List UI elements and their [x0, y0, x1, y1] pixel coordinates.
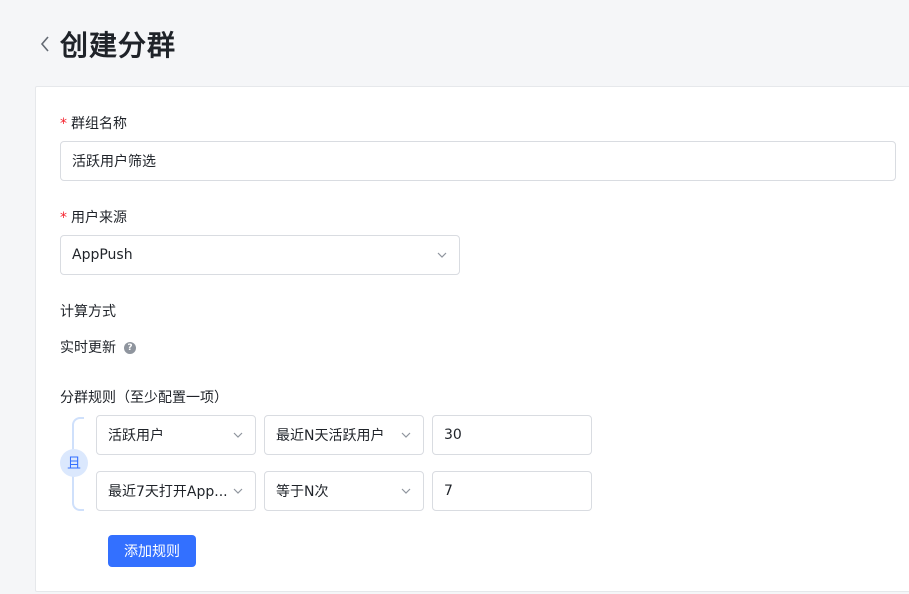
rule-value-text: 7: [444, 483, 453, 499]
user-source-value: AppPush: [72, 247, 133, 263]
rule-operator-value: 最近N天活跃用户: [276, 428, 385, 444]
group-name-value: 活跃用户筛选: [72, 154, 156, 170]
question-circle-icon[interactable]: ?: [124, 342, 136, 354]
rule-field-value: 最近7天打开App...: [108, 484, 228, 500]
required-mark: *: [60, 116, 67, 132]
chevron-down-icon: [400, 485, 412, 497]
calc-method-value: 实时更新?: [60, 337, 136, 357]
page-title: 创建分群: [60, 29, 177, 62]
user-source-label: * 用户来源: [60, 210, 127, 226]
rule-value-text: 30: [444, 427, 462, 443]
rule-operator-select[interactable]: 等于N次: [264, 471, 424, 511]
group-name-input[interactable]: 活跃用户筛选: [60, 141, 896, 181]
rule-field-select[interactable]: 最近7天打开App...: [96, 471, 256, 511]
rule-operator-value: 等于N次: [276, 484, 329, 500]
chevron-down-icon: [436, 249, 448, 261]
rule-operator-select[interactable]: 最近N天活跃用户: [264, 415, 424, 455]
chevron-down-icon: [232, 485, 244, 497]
rules-label: 分群规则（至少配置一项）: [60, 390, 228, 406]
chevron-down-icon: [400, 429, 412, 441]
form-card: * 群组名称 活跃用户筛选 * 用户来源 AppPush 计算方式 实时更新? 分群…: [35, 86, 909, 592]
rule-value-input[interactable]: 7: [432, 471, 592, 511]
chevron-down-icon: [232, 429, 244, 441]
rule-value-input[interactable]: 30: [432, 415, 592, 455]
group-name-label: * 群组名称: [60, 116, 127, 132]
rule-field-select[interactable]: 活跃用户: [96, 415, 256, 455]
calc-method-label: 计算方式: [60, 304, 116, 320]
required-mark: *: [60, 210, 67, 226]
rule-field-value: 活跃用户: [108, 428, 164, 444]
page-header: 创建分群: [36, 24, 176, 64]
add-rule-button[interactable]: 添加规则: [108, 535, 196, 567]
chevron-left-icon[interactable]: [36, 35, 54, 53]
user-source-select[interactable]: AppPush: [60, 235, 460, 275]
and-connector-badge[interactable]: 且: [60, 449, 88, 477]
